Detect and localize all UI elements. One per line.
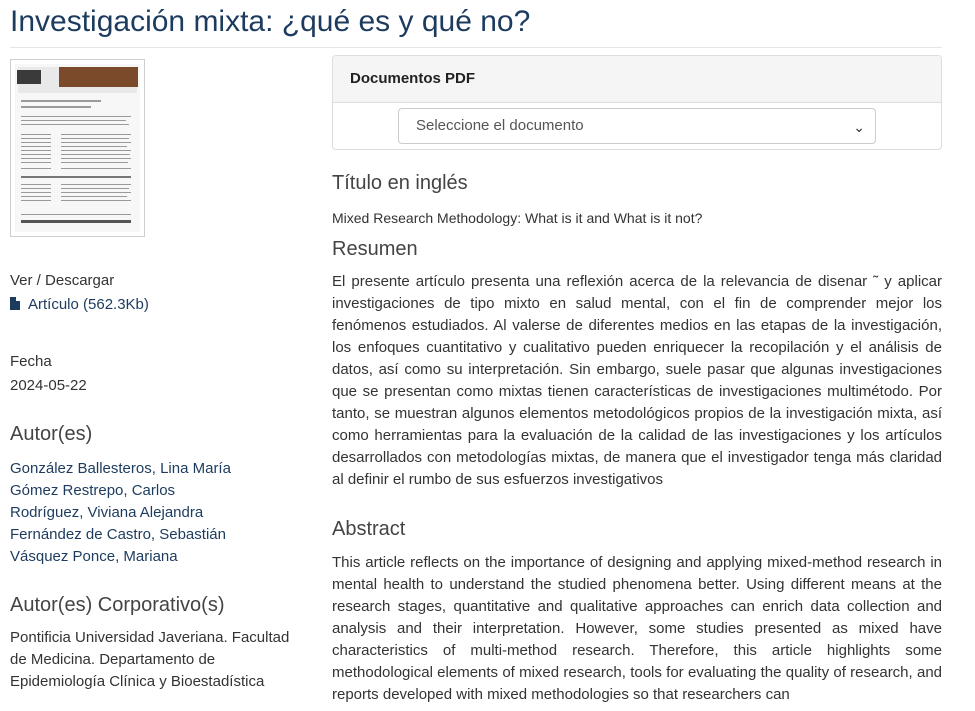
author-link[interactable]: Vásquez Ponce, Mariana: [10, 546, 231, 568]
authors-list: González Ballesteros, Lina María Gómez R…: [10, 458, 231, 568]
date-label: Fecha: [10, 353, 52, 370]
resumen-heading: Resumen: [332, 238, 418, 260]
chevron-down-icon: ⌄: [853, 119, 865, 135]
document-select[interactable]: Seleccione el documento ⌄: [398, 108, 876, 144]
view-download-label: Ver / Descargar: [10, 272, 115, 289]
resumen-text: El presente artículo presenta una reflex…: [332, 273, 942, 488]
title-divider: [10, 47, 942, 48]
pdf-documents-panel: Documentos PDF Seleccione el documento ⌄: [332, 55, 942, 150]
file-icon: [10, 297, 20, 310]
thumbnail-page-preview: [15, 64, 140, 232]
date-value: 2024-05-22: [10, 377, 87, 394]
document-select-value: Seleccione el documento: [416, 117, 584, 134]
author-link[interactable]: Fernández de Castro, Sebastián: [10, 524, 231, 546]
file-link-text[interactable]: Artículo (562.3Kb): [28, 296, 149, 313]
english-title-heading: Título en inglés: [332, 172, 468, 194]
pdf-panel-title: Documentos PDF: [333, 56, 941, 103]
abstract-heading: Abstract: [332, 518, 406, 540]
author-link[interactable]: Rodríguez, Viviana Alejandra: [10, 502, 231, 524]
document-thumbnail[interactable]: [10, 59, 145, 237]
author-link[interactable]: Gómez Restrepo, Carlos: [10, 480, 231, 502]
file-download-link[interactable]: Artículo (562.3Kb): [10, 296, 149, 313]
abstract-text: This article reflects on the importance …: [332, 554, 942, 703]
author-link[interactable]: González Ballesteros, Lina María: [10, 458, 231, 480]
english-title: Mixed Research Methodology: What is it a…: [332, 210, 703, 226]
page-title: Investigación mixta: ¿qué es y qué no?: [10, 5, 531, 38]
corporate-authors-text: Pontificia Universidad Javeriana. Facult…: [10, 629, 290, 690]
authors-heading: Autor(es): [10, 423, 93, 445]
corporate-authors-heading: Autor(es) Corporativo(s): [10, 594, 225, 616]
